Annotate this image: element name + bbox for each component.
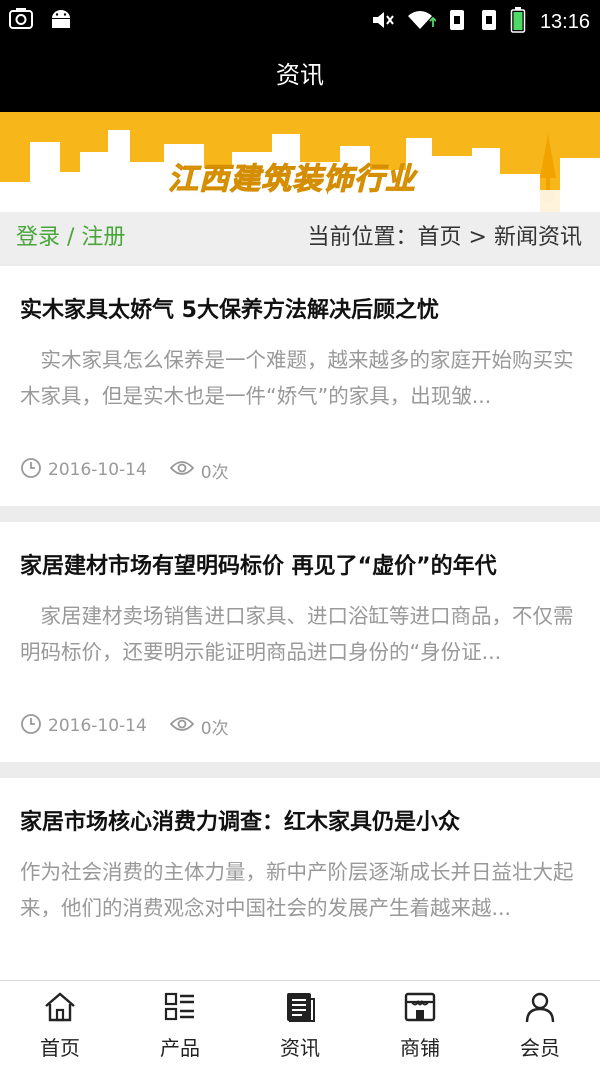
article-title[interactable]: 家居建材市场有望明码标价 再见了“虚价”的年代 [20, 548, 585, 580]
article-meta: 2016-10-14 0次 [20, 457, 229, 484]
mute-icon [370, 7, 396, 37]
article-summary: 作为社会消费的主体力量，新中产阶层逐渐成长并日益壮大起来，他们的消费观念对中国社… [20, 860, 574, 920]
wifi-icon [406, 7, 437, 37]
nav-products[interactable]: 产品 [120, 981, 240, 1068]
screenshot-icon [8, 6, 34, 36]
article-views: 0次 [200, 462, 229, 483]
article-summary: 家居建材卖场销售进口家具、进口浴缸等进口商品，不仅需明码标价，还要明示能证明商品… [20, 604, 574, 664]
breadcrumb-bar: 登录 / 注册 当前位置：首页 > 新闻资讯 [0, 212, 600, 264]
status-bar: 13:16 [0, 0, 600, 40]
nav-news-label: 资讯 [280, 1036, 320, 1060]
article-card[interactable]: 实木家具太娇气 5大保养方法解决后顾之忧 实木家具怎么保养是一个难题，越来越多的… [0, 266, 600, 506]
nav-member[interactable]: 会员 [480, 981, 600, 1068]
article-card[interactable]: 家居建材市场有望明码标价 再见了“虚价”的年代 家居建材卖场销售进口家具、进口浴… [0, 522, 600, 762]
breadcrumb-label: 当前位置： [307, 225, 418, 250]
article-title[interactable]: 家居市场核心消费力调查：红木家具仍是小众 [20, 804, 585, 836]
nav-news[interactable]: 资讯 [240, 981, 360, 1068]
breadcrumb-current: 新闻资讯 [493, 225, 582, 250]
home-icon [43, 991, 77, 1032]
nav-home-label: 首页 [40, 1036, 80, 1060]
nav-home[interactable]: 首页 [0, 981, 120, 1068]
register-link[interactable]: 注册 [81, 225, 125, 250]
auth-links: 登录 / 注册 [16, 212, 125, 264]
shop-icon [403, 991, 437, 1032]
sim2-icon [478, 7, 500, 37]
news-icon [283, 991, 317, 1032]
page-title: 资讯 [0, 40, 600, 112]
android-icon [48, 6, 74, 36]
banner: 江西建筑装饰行业 [0, 112, 600, 212]
nav-shops-label: 商铺 [400, 1036, 440, 1060]
login-link[interactable]: 登录 [16, 225, 60, 250]
article-meta: 2016-10-14 0次 [20, 713, 229, 740]
sim1-icon [446, 7, 468, 37]
auth-separator: / [60, 225, 82, 250]
article-card[interactable]: 家居市场核心消费力调查：红木家具仍是小众 作为社会消费的主体力量，新中产阶层逐渐… [0, 778, 600, 988]
clock: 13:16 [539, 10, 590, 33]
nav-products-label: 产品 [160, 1036, 200, 1060]
nav-shops[interactable]: 商铺 [360, 981, 480, 1068]
nav-member-label: 会员 [520, 1036, 560, 1060]
clock-icon [20, 713, 42, 740]
article-date: 2016-10-14 [48, 460, 147, 480]
breadcrumb-separator: > [461, 225, 494, 250]
product-list-icon [163, 991, 197, 1032]
battery-icon [510, 6, 526, 38]
article-views: 0次 [200, 718, 229, 739]
article-title[interactable]: 实木家具太娇气 5大保养方法解决后顾之忧 [20, 292, 585, 324]
clock-icon [20, 457, 42, 484]
article-summary: 实木家具怎么保养是一个难题，越来越多的家庭开始购买实木家具，但是实木也是一件“娇… [20, 348, 574, 408]
article-date: 2016-10-14 [48, 716, 147, 736]
banner-title: 江西建筑装饰行业 [168, 162, 416, 198]
eye-icon [169, 458, 195, 483]
breadcrumb-home[interactable]: 首页 [418, 225, 462, 250]
breadcrumb: 当前位置：首页 > 新闻资讯 [308, 212, 582, 264]
member-icon [523, 991, 557, 1032]
eye-icon [169, 714, 195, 739]
bottom-nav: 首页 产品 资讯 商铺 会员 [0, 980, 600, 1068]
